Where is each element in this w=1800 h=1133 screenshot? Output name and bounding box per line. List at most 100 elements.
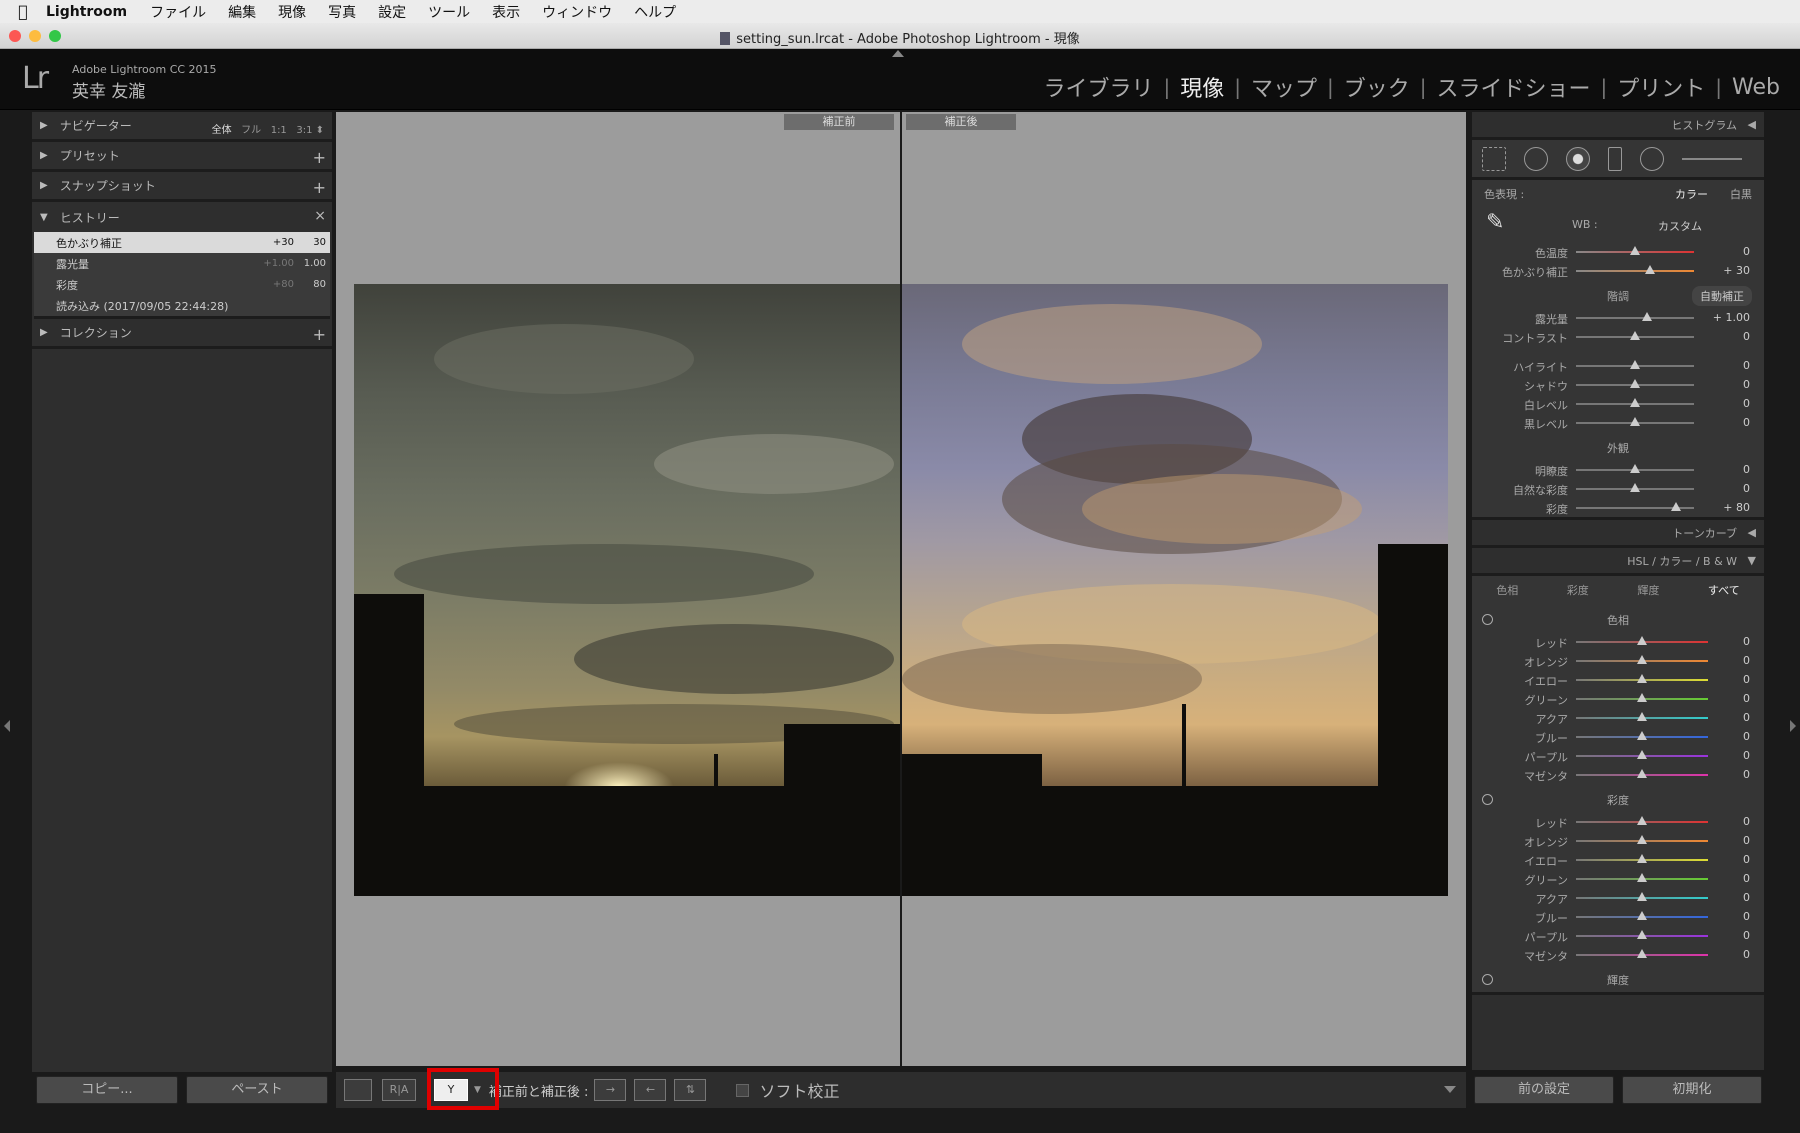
- slider-value[interactable]: 0: [1743, 929, 1750, 942]
- tab-all[interactable]: すべて: [1708, 582, 1740, 598]
- red-eye-icon[interactable]: [1566, 146, 1590, 171]
- slider-row[interactable]: マゼンタ 0: [1472, 945, 1764, 964]
- slider-row[interactable]: ブルー 0: [1472, 907, 1764, 926]
- reset-button[interactable]: 初期化: [1622, 1076, 1762, 1104]
- slider-thumb[interactable]: [1630, 417, 1640, 426]
- paste-settings-button[interactable]: ペースト: [186, 1076, 328, 1104]
- slider-thumb[interactable]: [1637, 674, 1647, 683]
- slider-thumb[interactable]: [1641, 312, 1652, 321]
- slider-row[interactable]: 明瞭度 0: [1472, 460, 1764, 479]
- slider-value[interactable]: + 80: [1723, 501, 1750, 514]
- slider-value[interactable]: 0: [1743, 330, 1750, 343]
- history-row[interactable]: 読み込み (2017/09/05 22:44:28): [34, 295, 330, 316]
- clear-history-icon[interactable]: ×: [314, 208, 326, 224]
- menu-window[interactable]: ウィンドウ: [531, 2, 623, 22]
- slider-value[interactable]: 0: [1743, 635, 1750, 648]
- menu-help[interactable]: ヘルプ: [623, 2, 687, 22]
- menu-view[interactable]: 表示: [481, 2, 531, 22]
- slider-row[interactable]: マゼンタ 0: [1472, 765, 1764, 784]
- presets-header[interactable]: ▶ プリセット +: [32, 142, 332, 172]
- tone-curve-header[interactable]: トーンカーブ ◀: [1472, 520, 1764, 548]
- slider-row[interactable]: パープル 0: [1472, 746, 1764, 765]
- history-row[interactable]: 色かぶり補正 +30 30: [34, 232, 330, 253]
- navigator-header[interactable]: ▶ ナビゲーター 全体 フル 1:1 3:1 ⬍: [32, 112, 332, 142]
- slider-row[interactable]: グリーン 0: [1472, 689, 1764, 708]
- crop-tool-icon[interactable]: [1482, 146, 1506, 171]
- slider-track[interactable]: [1576, 317, 1694, 319]
- slider-value[interactable]: 0: [1743, 910, 1750, 923]
- slider-thumb[interactable]: [1637, 712, 1647, 721]
- slider-thumb[interactable]: [1630, 360, 1640, 369]
- left-panel-toggle-icon[interactable]: [4, 720, 10, 732]
- module-book[interactable]: ブック: [1338, 71, 1416, 103]
- slider-row[interactable]: シャドウ 0: [1472, 375, 1764, 394]
- module-map[interactable]: マップ: [1245, 71, 1323, 103]
- slider-thumb[interactable]: [1637, 949, 1647, 958]
- treatment-color[interactable]: カラー: [1675, 186, 1708, 202]
- soft-proof-checkbox[interactable]: [736, 1083, 750, 1097]
- menu-app-name[interactable]: Lightroom: [46, 4, 139, 20]
- copy-after-to-before-button[interactable]: ←: [634, 1079, 667, 1101]
- slider-thumb[interactable]: [1630, 331, 1640, 340]
- adjustment-brush-icon[interactable]: [1682, 157, 1742, 160]
- slider-row[interactable]: 黒レベル 0: [1472, 413, 1764, 432]
- snapshots-header[interactable]: ▶ スナップショット +: [32, 172, 332, 202]
- module-slideshow[interactable]: スライドショー: [1431, 71, 1597, 103]
- history-row[interactable]: 彩度 +80 80: [34, 274, 330, 295]
- history-row[interactable]: 露光量 +1.00 1.00: [34, 253, 330, 274]
- hsl-header[interactable]: HSL / カラー / B & W ▼: [1472, 548, 1764, 576]
- menu-file[interactable]: ファイル: [139, 2, 217, 22]
- histogram-header[interactable]: ヒストグラム ◀: [1472, 112, 1764, 140]
- module-library[interactable]: ライブラリ: [1037, 71, 1159, 103]
- slider-value[interactable]: 0: [1743, 654, 1750, 667]
- slider-value[interactable]: 0: [1743, 730, 1750, 743]
- slider-row[interactable]: レッド 0: [1472, 632, 1764, 651]
- slider-row[interactable]: 露光量 + 1.00: [1472, 308, 1764, 327]
- slider-thumb[interactable]: [1637, 930, 1647, 939]
- slider-row[interactable]: グリーン 0: [1472, 869, 1764, 888]
- menu-edit[interactable]: 編集: [217, 2, 267, 22]
- spot-removal-icon[interactable]: [1524, 146, 1548, 171]
- after-photo[interactable]: [902, 284, 1448, 896]
- slider-row[interactable]: イエロー 0: [1472, 850, 1764, 869]
- slider-thumb[interactable]: [1637, 854, 1647, 863]
- wb-select[interactable]: カスタム: [1658, 218, 1702, 234]
- add-snapshot-icon[interactable]: +: [313, 178, 326, 197]
- module-develop[interactable]: 現像: [1174, 71, 1230, 103]
- slider-row[interactable]: 色温度 0: [1472, 242, 1764, 261]
- slider-thumb[interactable]: [1630, 464, 1640, 473]
- slider-row[interactable]: 彩度 + 80: [1472, 498, 1764, 517]
- module-print[interactable]: プリント: [1611, 71, 1711, 103]
- slider-value[interactable]: 0: [1743, 482, 1750, 495]
- slider-row[interactable]: ハイライト 0: [1472, 356, 1764, 375]
- target-adjust-icon[interactable]: [1482, 974, 1493, 985]
- slider-thumb[interactable]: [1637, 769, 1647, 778]
- reference-view-button[interactable]: R|A: [382, 1079, 416, 1101]
- slider-value[interactable]: 0: [1743, 711, 1750, 724]
- slider-value[interactable]: 0: [1743, 834, 1750, 847]
- slider-thumb[interactable]: [1637, 816, 1647, 825]
- slider-thumb[interactable]: [1637, 911, 1647, 920]
- slider-row[interactable]: 色かぶり補正 + 30: [1472, 261, 1764, 280]
- slider-value[interactable]: 0: [1743, 853, 1750, 866]
- slider-thumb[interactable]: [1630, 398, 1640, 407]
- slider-thumb[interactable]: [1671, 502, 1682, 511]
- slider-value[interactable]: 0: [1743, 872, 1750, 885]
- slider-value[interactable]: + 30: [1723, 264, 1750, 277]
- slider-row[interactable]: イエロー 0: [1472, 670, 1764, 689]
- radial-filter-icon[interactable]: [1640, 146, 1664, 171]
- add-preset-icon[interactable]: +: [313, 148, 326, 167]
- slider-thumb[interactable]: [1637, 655, 1647, 664]
- slider-row[interactable]: 白レベル 0: [1472, 394, 1764, 413]
- slider-value[interactable]: 0: [1743, 692, 1750, 705]
- tab-saturation[interactable]: 彩度: [1567, 582, 1589, 598]
- slider-thumb[interactable]: [1637, 835, 1647, 844]
- menu-develop[interactable]: 現像: [267, 2, 317, 22]
- collections-header[interactable]: ▶ コレクション +: [32, 319, 332, 349]
- slider-value[interactable]: 0: [1743, 673, 1750, 686]
- target-adjust-icon[interactable]: [1482, 794, 1493, 805]
- slider-row[interactable]: レッド 0: [1472, 812, 1764, 831]
- add-collection-icon[interactable]: +: [313, 325, 326, 344]
- slider-value[interactable]: 0: [1743, 416, 1750, 429]
- slider-row[interactable]: アクア 0: [1472, 708, 1764, 727]
